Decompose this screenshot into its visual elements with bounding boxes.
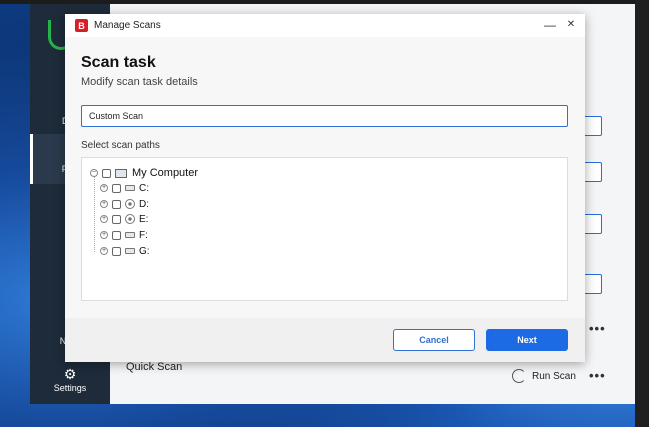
gear-icon: ⚙ <box>63 366 77 382</box>
expand-icon[interactable]: + <box>100 200 108 208</box>
dialog-title: Manage Scans <box>94 20 161 31</box>
expand-icon[interactable]: + <box>100 215 108 223</box>
app-logo-icon: B <box>75 19 88 32</box>
checkbox[interactable] <box>112 230 121 240</box>
run-scan-button[interactable]: Run Scan <box>512 369 576 383</box>
hard-drive-icon <box>125 248 135 254</box>
sidebar-item-label: Settings <box>53 383 87 393</box>
scan-paths-label: Select scan paths <box>81 140 160 151</box>
expand-icon[interactable]: + <box>100 247 108 255</box>
tree-item-label: My Computer <box>132 167 199 179</box>
expand-icon[interactable]: + <box>100 231 108 239</box>
tree-item-label: C: <box>139 182 149 194</box>
tree-connector <box>94 172 95 252</box>
checkbox[interactable] <box>102 168 111 178</box>
checkbox[interactable] <box>112 214 121 224</box>
tree-item-drive[interactable]: + G: <box>100 244 150 258</box>
tree-item-drive[interactable]: + D: <box>100 197 149 211</box>
checkbox[interactable] <box>112 246 121 256</box>
page-subtitle: Modify scan task details <box>81 76 198 88</box>
tree-item-drive[interactable]: + C: <box>100 181 149 195</box>
computer-icon <box>115 168 127 178</box>
tree-item-label: E: <box>139 213 149 225</box>
sidebar-item-settings[interactable]: ⚙ Settings <box>30 366 110 393</box>
tree-item-label: D: <box>139 198 149 210</box>
next-button[interactable]: Next <box>486 329 568 351</box>
quick-scan-label: Quick Scan <box>126 361 183 373</box>
cancel-button[interactable]: Cancel <box>393 329 475 351</box>
scan-path-tree: − My Computer + C: + D: + E: + F: + G: <box>81 157 568 301</box>
hard-drive-icon <box>125 232 135 238</box>
hard-drive-icon <box>125 185 135 191</box>
screen-edge <box>635 0 649 427</box>
tree-item-label: F: <box>139 229 148 241</box>
manage-scans-dialog: B Manage Scans — ✕ Scan task Modify scan… <box>65 14 585 362</box>
run-scan-label: Run Scan <box>532 370 576 382</box>
more-options-icon[interactable]: ••• <box>589 368 606 383</box>
tree-item-drive[interactable]: + E: <box>100 212 148 226</box>
collapse-icon[interactable]: − <box>90 169 98 177</box>
checkbox[interactable] <box>112 183 121 193</box>
page-title: Scan task <box>81 54 156 71</box>
more-options-icon[interactable]: ••• <box>589 321 606 336</box>
scan-icon <box>512 369 526 383</box>
tree-item-label: G: <box>139 245 150 257</box>
tree-item-my-computer[interactable]: − My Computer <box>90 166 198 180</box>
tree-item-drive[interactable]: + F: <box>100 228 148 242</box>
close-button[interactable]: ✕ <box>564 19 578 30</box>
dialog-titlebar: B Manage Scans <box>65 14 585 37</box>
minimize-button[interactable]: — <box>543 18 557 32</box>
optical-disc-icon <box>125 199 135 209</box>
checkbox[interactable] <box>112 199 121 209</box>
optical-disc-icon <box>125 214 135 224</box>
scan-name-input[interactable] <box>81 105 568 127</box>
expand-icon[interactable]: + <box>100 184 108 192</box>
